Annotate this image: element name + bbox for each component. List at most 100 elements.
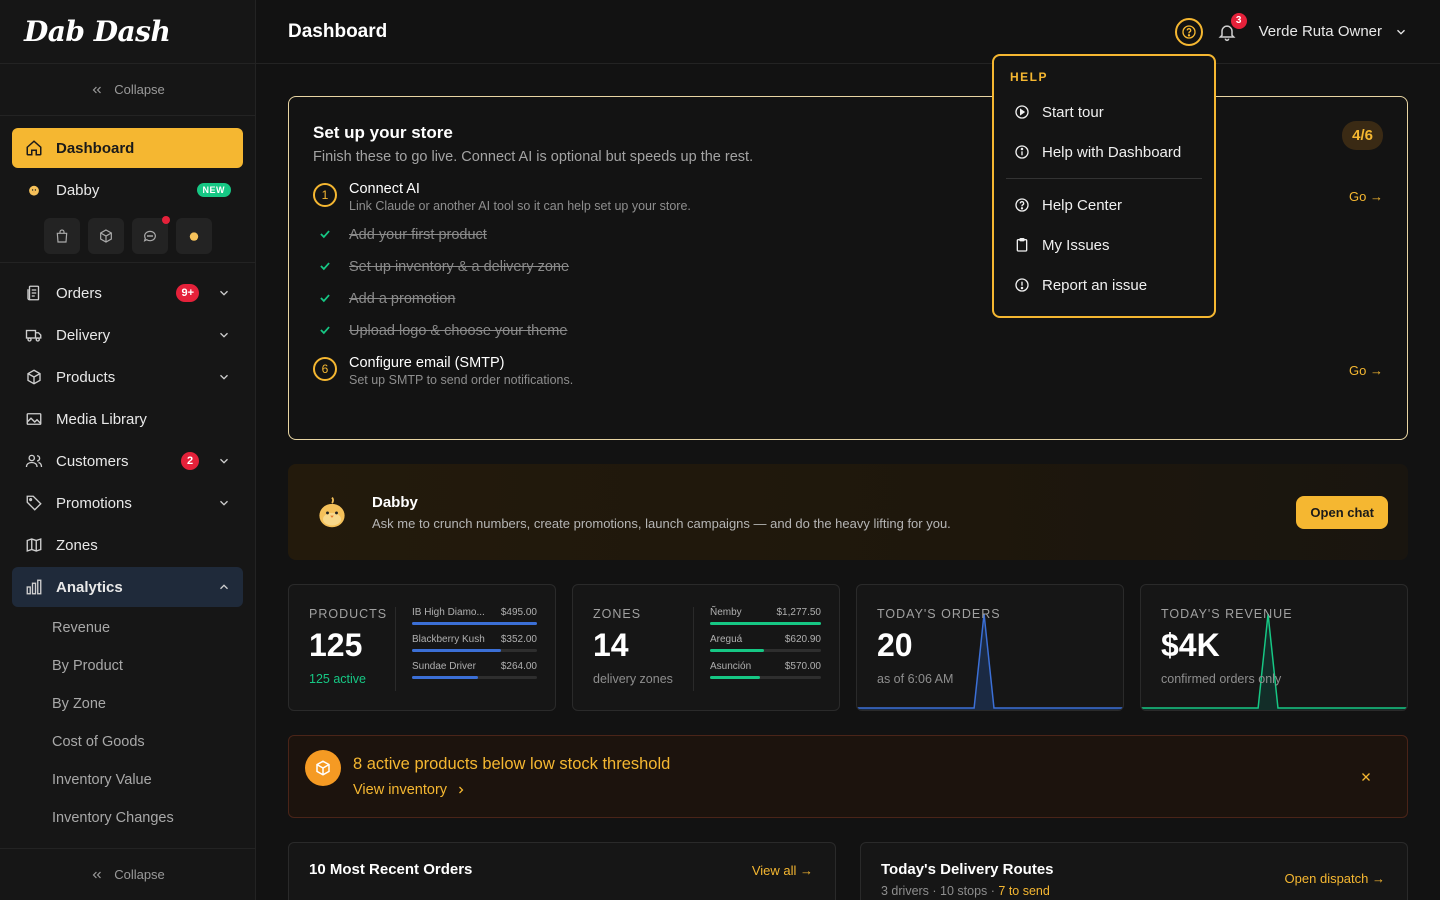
bar-chart-icon: [24, 577, 44, 597]
low-stock-title: 8 active products below low stock thresh…: [353, 755, 671, 773]
sidebar-item-label: Customers: [56, 452, 129, 470]
stat-card-todays-revenue[interactable]: TODAY'S REVENUE $4K confirmed orders onl…: [1140, 584, 1408, 711]
logo-text: Dab Dash: [24, 15, 171, 48]
setup-step-theme[interactable]: Upload logo & choose your theme: [313, 323, 1383, 339]
check-icon: [313, 259, 337, 273]
sidebar-item-label: Promotions: [56, 494, 132, 512]
setup-step-inventory[interactable]: Set up inventory & a delivery zone: [313, 259, 1383, 275]
item-price: $495.00: [500, 607, 537, 618]
box-shortcut[interactable]: [88, 218, 124, 254]
help-item-report-issue[interactable]: Report an issue: [1006, 265, 1202, 305]
help-item-label: Help with Dashboard: [1042, 143, 1182, 161]
open-dispatch-link[interactable]: Open dispatch →: [1285, 871, 1385, 886]
collapse-button-top[interactable]: Collapse: [0, 64, 255, 116]
clipboard-icon: [1014, 237, 1030, 253]
list-item: Sundae Driver $264.00: [412, 661, 537, 679]
view-inventory-link[interactable]: View inventory: [353, 782, 670, 798]
help-item-start-tour[interactable]: Start tour: [1006, 92, 1202, 132]
routes-summary-text: 3 drivers · 10 stops ·: [881, 884, 999, 898]
sidebar-item-products[interactable]: Products: [12, 357, 243, 397]
item-name: Blackberry Kush: [412, 634, 485, 645]
image-icon: [24, 409, 44, 429]
user-menu[interactable]: Verde Ruta Owner: [1259, 23, 1408, 40]
question-circle-icon: [1014, 197, 1030, 213]
setup-title: Set up your store: [313, 123, 453, 142]
setup-step-smtp[interactable]: 6 Configure email (SMTP) Set up SMTP to …: [313, 355, 1383, 387]
list-item: Blackberry Kush $352.00: [412, 634, 537, 652]
users-icon: [24, 451, 44, 471]
sidebar-subitem-inventory-value[interactable]: Inventory Value: [12, 761, 243, 799]
dabby-shortcut[interactable]: [176, 218, 212, 254]
help-item-my-issues[interactable]: My Issues: [1006, 225, 1202, 265]
go-link[interactable]: Go →: [1349, 363, 1383, 378]
item-bar: [710, 676, 760, 679]
setup-step-connect-ai[interactable]: 1 Connect AI Link Claude or another AI t…: [313, 181, 1383, 213]
logo[interactable]: Dab Dash: [0, 0, 255, 64]
delivery-routes-panel: Today's Delivery Routes 3 drivers · 10 s…: [860, 842, 1408, 900]
sidebar-subitem-cost-of-goods[interactable]: Cost of Goods: [12, 723, 243, 761]
setup-step-add-product[interactable]: Add your first product: [313, 227, 1383, 243]
collapse-button-bottom[interactable]: Collapse: [0, 848, 255, 900]
close-icon[interactable]: [1359, 770, 1373, 784]
step-title: Configure email (SMTP): [349, 355, 505, 371]
chevron-down-icon: [217, 370, 231, 384]
setup-step-promotion[interactable]: Add a promotion: [313, 291, 1383, 307]
sidebar-subitem-revenue[interactable]: Revenue: [12, 609, 243, 647]
collapse-label: Collapse: [114, 82, 165, 97]
package-icon: [24, 367, 44, 387]
orders-count-badge: 9+: [176, 284, 199, 302]
item-price: $1,277.50: [776, 607, 822, 618]
sidebar-item-zones[interactable]: Zones: [12, 525, 243, 565]
help-item-help-center[interactable]: Help Center: [1006, 185, 1202, 225]
home-icon: [24, 138, 44, 158]
list-item: IB High Diamo... $495.00: [412, 607, 537, 625]
page-title: Dashboard: [288, 20, 388, 42]
help-item-help-with-dashboard[interactable]: Help with Dashboard: [1006, 132, 1202, 172]
step-title: Connect AI: [349, 181, 420, 197]
stat-card-todays-orders[interactable]: TODAY'S ORDERS 20 as of 6:06 AM: [856, 584, 1124, 711]
step-desc: Link Claude or another AI tool so it can…: [349, 199, 691, 213]
stat-note: as of 6:06 AM: [877, 672, 954, 686]
item-name: IB High Diamo...: [412, 607, 485, 618]
top-header: Dashboard 3 Verde Ruta Owner: [256, 0, 1440, 64]
sidebar-subitem-by-product[interactable]: By Product: [12, 647, 243, 685]
shop-shortcut[interactable]: [44, 218, 80, 254]
recent-orders-panel: 10 Most Recent Orders View all →: [288, 842, 836, 900]
notifications-button[interactable]: 3: [1217, 12, 1247, 42]
sidebar-item-promotions[interactable]: Promotions: [12, 483, 243, 523]
help-button[interactable]: [1174, 17, 1203, 46]
dabby-description: Ask me to crunch numbers, create promoti…: [372, 515, 951, 531]
sidebar-item-label: Zones: [56, 536, 98, 554]
sidebar-item-label: Products: [56, 368, 116, 386]
chevron-down-icon: [217, 496, 231, 510]
sidebar-item-orders[interactable]: Orders 9+: [12, 273, 243, 313]
stat-card-products[interactable]: PRODUCTS 125 125 active IB High Diamo...…: [288, 584, 556, 711]
view-all-link[interactable]: View all →: [752, 863, 813, 878]
sidebar-subitem-by-zone[interactable]: By Zone: [12, 685, 243, 723]
sidebar-item-delivery[interactable]: Delivery: [12, 315, 243, 355]
sidebar-item-dabby[interactable]: Dabby NEW: [12, 170, 243, 210]
notification-count-badge: 3: [1230, 12, 1247, 29]
sidebar-item-customers[interactable]: Customers 2: [12, 441, 243, 481]
list-item: Areguá $620.90: [710, 634, 821, 652]
stat-value: 20: [877, 627, 913, 663]
sidebar-item-analytics[interactable]: Analytics: [12, 567, 243, 607]
sidebar-item-dashboard[interactable]: Dashboard: [12, 128, 243, 168]
dabby-chick-icon: [314, 494, 350, 530]
sidebar-item-media-library[interactable]: Media Library: [12, 399, 243, 439]
setup-progress: 4/6: [1342, 121, 1383, 150]
go-link[interactable]: Go →: [1349, 189, 1383, 204]
unread-dot: [162, 216, 170, 224]
list-item: Ñemby $1,277.50: [710, 607, 821, 625]
setup-store-card: Set up your store Finish these to go liv…: [288, 96, 1408, 440]
help-item-label: Start tour: [1042, 103, 1104, 121]
chat-shortcut[interactable]: [132, 216, 170, 254]
sidebar-subitem-inventory-changes[interactable]: Inventory Changes: [12, 799, 243, 837]
info-circle-icon: [1014, 144, 1030, 160]
open-chat-button[interactable]: Open chat: [1296, 495, 1388, 529]
item-name: Asunción: [710, 661, 752, 672]
item-price: $620.90: [784, 634, 821, 645]
stat-card-zones[interactable]: ZONES 14 delivery zones Ñemby $1,277.50 A…: [572, 584, 840, 711]
help-dropdown-menu: HELP Start tour Help with Dashboard Help…: [992, 54, 1216, 318]
item-price: $570.00: [784, 661, 821, 672]
